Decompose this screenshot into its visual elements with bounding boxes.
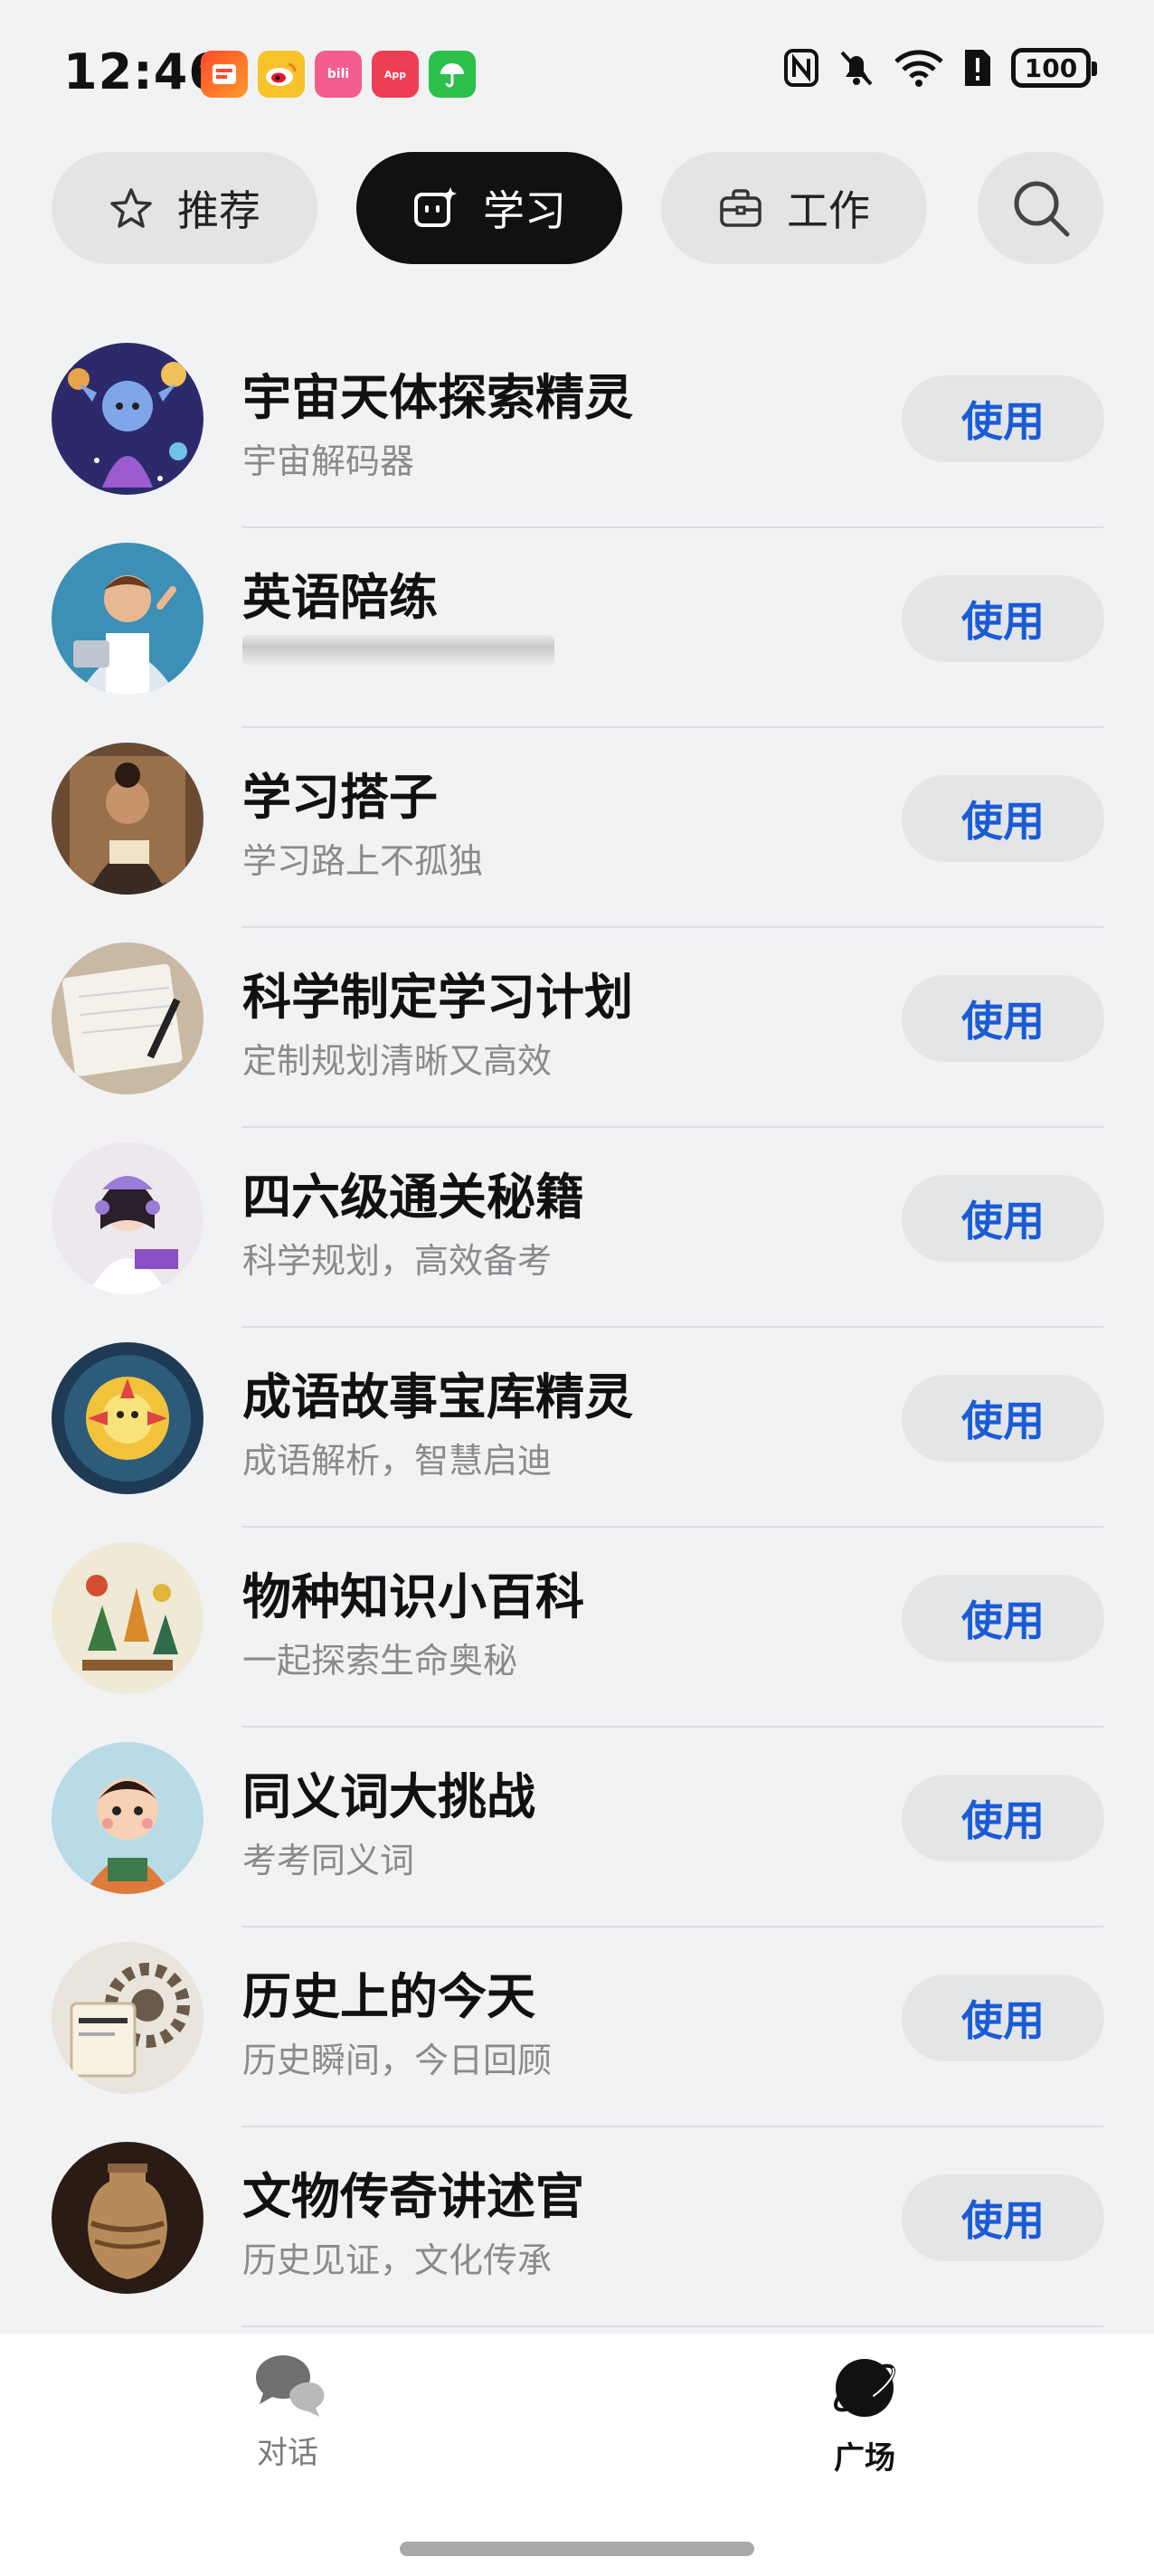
use-button[interactable]: 使用: [902, 2174, 1104, 2261]
nav-label: 广场: [834, 2440, 895, 2477]
tab-label: 推荐: [177, 186, 260, 235]
avatar: [52, 1942, 203, 2094]
sim-alert-icon: [965, 50, 990, 86]
item-subtitle: 历史见证，文化传承: [242, 2240, 553, 2280]
use-button[interactable]: 使用: [902, 1575, 1104, 1662]
item-title: 文物传奇讲述官: [242, 2168, 584, 2225]
avatar: [52, 743, 203, 895]
home-indicator[interactable]: [400, 2542, 754, 2556]
taobao-icon: [201, 51, 248, 98]
list-item[interactable]: 物种知识小百科 一起探索生命奥秘 使用: [0, 1528, 1154, 1728]
item-title: 英语陪练: [242, 569, 438, 626]
item-subtitle: 一起探索生命奥秘: [242, 1641, 518, 1681]
item-subtitle: 定制规划清晰又高效: [242, 1041, 553, 1081]
tab-study[interactable]: 学习: [356, 152, 622, 264]
use-button[interactable]: 使用: [902, 1175, 1104, 1262]
item-title: 历史上的今天: [242, 1968, 535, 2025]
system-icons: 100: [783, 47, 1097, 89]
use-button[interactable]: 使用: [902, 1975, 1104, 2061]
search-button[interactable]: [978, 152, 1103, 264]
bilibili-icon: bili: [315, 51, 362, 98]
nav-chat[interactable]: 对话: [197, 2352, 378, 2472]
list-item[interactable]: 宇宙天体探索精灵 宇宙解码器 使用: [0, 328, 1154, 528]
umbrella-icon: [429, 51, 476, 98]
ai-chat-icon: [414, 187, 457, 227]
item-title: 学习搭子: [242, 769, 438, 826]
item-title: 四六级通关秘籍: [242, 1169, 584, 1226]
item-subtitle: 成语解析，智慧启迪: [242, 1441, 553, 1481]
item-title: 成语故事宝库精灵: [242, 1368, 633, 1425]
wifi-icon: [894, 50, 943, 87]
use-button[interactable]: 使用: [902, 975, 1104, 1062]
tab-label: 学习: [483, 186, 566, 235]
blurred-subtitle: [242, 635, 554, 666]
avatar: [52, 942, 203, 1094]
app-gallery-icon: App: [372, 51, 419, 98]
item-subtitle: 科学规划，高效备考: [242, 1241, 553, 1281]
chat-bubbles-icon: [255, 2355, 325, 2417]
tab-recommend[interactable]: 推荐: [52, 152, 317, 264]
battery-indicator: 100: [1011, 48, 1097, 88]
list-item[interactable]: 四六级通关秘籍 科学规划，高效备考 使用: [0, 1128, 1154, 1328]
briefcase-icon: [720, 189, 761, 227]
item-title: 科学制定学习计划: [242, 969, 633, 1026]
use-button[interactable]: 使用: [902, 775, 1104, 862]
nav-plaza[interactable]: 广场: [774, 2352, 955, 2477]
star-icon: [110, 188, 152, 228]
category-tabs: 推荐 学习 工作: [52, 152, 1103, 264]
use-button[interactable]: 使用: [902, 1775, 1104, 1861]
avatar: [52, 1142, 203, 1294]
list-item[interactable]: 同义词大挑战 考考同义词 使用: [0, 1728, 1154, 1927]
avatar: [52, 1342, 203, 1494]
search-icon: [1014, 181, 1069, 237]
list-item[interactable]: 学习搭子 学习路上不孤独 使用: [0, 728, 1154, 928]
nav-label: 对话: [257, 2435, 318, 2471]
status-bar: 12:46 bili App 100: [0, 0, 1154, 149]
item-title: 宇宙天体探索精灵: [242, 369, 633, 426]
avatar: [52, 1742, 203, 1894]
avatar: [52, 1542, 203, 1694]
list-item[interactable]: 科学制定学习计划 定制规划清晰又高效 使用: [0, 928, 1154, 1128]
list-item[interactable]: 文物传奇讲述官 历史见证，文化传承 使用: [0, 2127, 1154, 2327]
divider: [242, 2325, 1103, 2327]
use-button[interactable]: 使用: [902, 375, 1104, 462]
item-subtitle: 考考同义词: [242, 1841, 415, 1880]
item-subtitle: 历史瞬间，今日回顾: [242, 2041, 553, 2080]
bottom-nav: 对话 广场: [0, 2334, 1154, 2576]
avatar: [52, 543, 203, 695]
use-button[interactable]: 使用: [902, 1375, 1104, 1462]
item-title: 物种知识小百科: [242, 1568, 584, 1625]
tab-work[interactable]: 工作: [661, 152, 927, 264]
weibo-icon: [258, 51, 305, 98]
list-item[interactable]: 英语陪练 使用: [0, 528, 1154, 728]
planet-icon: [833, 2359, 896, 2417]
item-subtitle: 宇宙解码器: [242, 441, 415, 481]
item-subtitle: 学习路上不孤独: [242, 841, 484, 881]
item-title: 同义词大挑战: [242, 1768, 535, 1825]
avatar: [52, 343, 203, 495]
agent-list: 宇宙天体探索精灵 宇宙解码器 使用 英语陪练 使用 学习搭子 学习路上不孤独 使…: [0, 328, 1154, 2327]
notification-icons: bili App: [201, 51, 476, 98]
tab-label: 工作: [787, 186, 870, 235]
list-item[interactable]: 历史上的今天 历史瞬间，今日回顾 使用: [0, 1927, 1154, 2127]
status-time: 12:46: [63, 43, 223, 100]
mute-bell-icon: [840, 51, 873, 86]
list-item[interactable]: 成语故事宝库精灵 成语解析，智慧启迪 使用: [0, 1328, 1154, 1528]
use-button[interactable]: 使用: [902, 575, 1104, 662]
nfc-icon: [784, 49, 818, 87]
avatar: [52, 2142, 203, 2294]
